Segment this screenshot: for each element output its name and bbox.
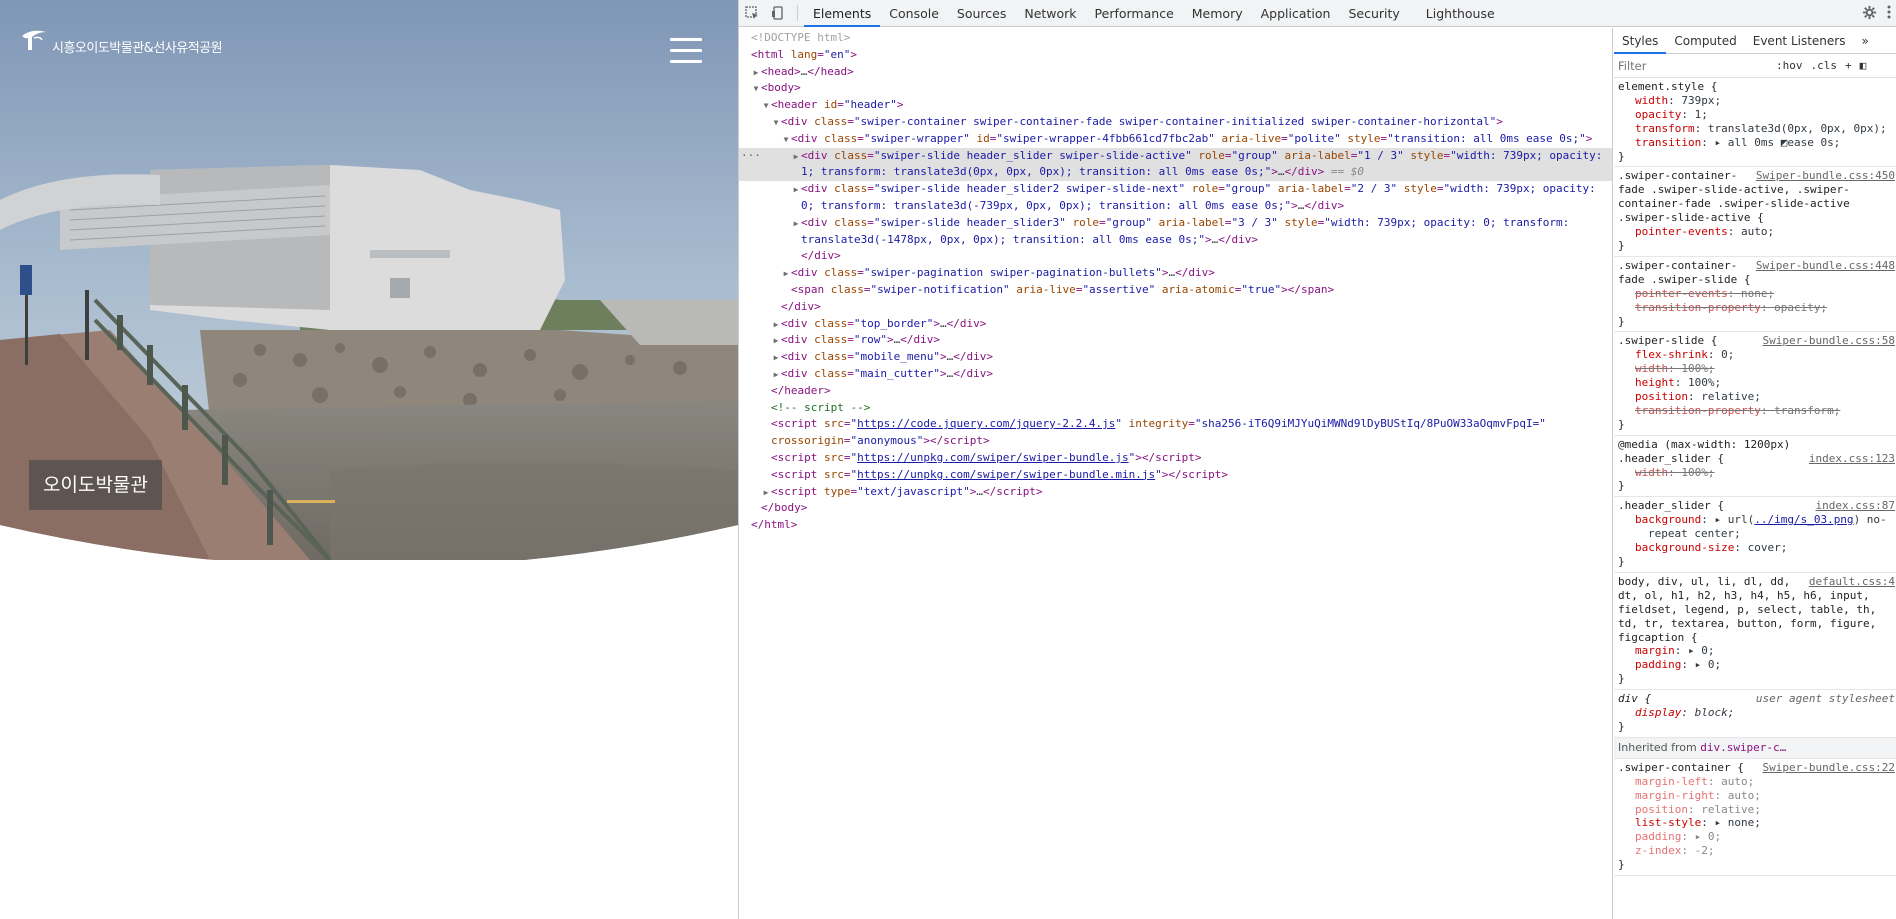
tab-computed[interactable]: Computed [1666,28,1744,54]
tab-memory[interactable]: Memory [1183,0,1252,27]
tree-node-selected[interactable]: ··· ▶ <div class="swiper-slide header_slid… [739,147,1612,165]
elements-tree[interactable]: <!DOCTYPE html> <html lang="en"> ▶ <head>… [739,28,1613,919]
inherited-selector[interactable]: div.swiper-c… [1700,741,1786,754]
inherited-from-header: Inherited from div.swiper-c… [1614,737,1896,759]
rule-user-agent-div[interactable]: user agent stylesheet div { display: blo… [1614,690,1896,738]
pagination-bullet-active[interactable] [287,500,335,503]
rule-swiper-container[interactable]: Swiper-bundle.css:22 .swiper-container {… [1614,759,1896,877]
hamburger-menu-icon[interactable] [670,38,702,64]
logo-text: 시흥오이도박물관&선사유적공원 [52,41,223,56]
tree-node[interactable]: <!DOCTYPE html> [739,30,1612,47]
tree-node[interactable]: </div> [739,248,1612,265]
devtools-tabbar: Elements Console Sources Network Perform… [739,0,1896,27]
tree-node[interactable]: ▼ <body> [739,80,1612,97]
tab-lighthouse[interactable]: Lighthouse [1417,0,1504,27]
tab-sources[interactable]: Sources [948,0,1015,27]
tab-event-listeners[interactable]: Event Listeners [1745,28,1854,54]
inspect-icon[interactable] [739,0,765,27]
rule-header-slider[interactable]: index.css:87 .header_slider { background… [1614,497,1896,573]
swiper-pagination [287,500,335,503]
tree-node[interactable]: ▶ <script type="text/javascript">…</scrip… [739,484,1612,501]
tree-node[interactable]: <span class="swiper-notification" aria-l… [739,282,1612,299]
tab-performance[interactable]: Performance [1086,0,1183,27]
gear-icon[interactable] [1862,5,1877,23]
tree-node[interactable]: <script src="https://code.jquery.com/jqu… [739,416,1612,433]
rule-swiper-fade-slide[interactable]: Swiper-bundle.css:448 .swiper-container-… [1614,257,1896,333]
styles-filter-input[interactable] [1618,58,1768,73]
tree-node[interactable]: </div> [739,299,1612,316]
tree-node[interactable]: ▼ <header id="header"> [739,97,1612,114]
tree-node[interactable]: <html lang="en"> [739,47,1612,64]
tab-application[interactable]: Application [1252,0,1340,27]
hero-slider[interactable]: 시흥오이도박물관&선사유적공원 오이도박물관 [0,0,738,560]
tree-node[interactable]: ▶ <div class="main_cutter">…</div> [739,366,1612,383]
website-viewport: 시흥오이도박물관&선사유적공원 오이도박물관 [0,0,738,919]
tab-styles[interactable]: Styles [1614,28,1667,54]
tree-node[interactable]: </html> [739,517,1612,534]
tree-node[interactable]: ▶ <div class="swiper-slide header_slider2… [739,181,1612,198]
kebab-menu-icon[interactable] [1887,5,1891,22]
tab-elements[interactable]: Elements [804,0,881,27]
rule-media-header-slider[interactable]: index.css:123 @media (max-width: 1200px)… [1614,436,1896,498]
slide-caption: 오이도박물관 [29,460,162,510]
plus-icon[interactable]: + [1845,59,1852,72]
rule-element-style[interactable]: element.style { width: 739px; opacity: 1… [1614,78,1896,168]
tree-node[interactable]: 0; transform: translate3d(-739px, 0px, 0… [739,198,1612,215]
site-logo[interactable]: 시흥오이도박물관&선사유적공원 [18,28,223,58]
tab-console[interactable]: Console [880,0,948,27]
tree-node[interactable]: ▶ <div class="swiper-slide header_slider3… [739,215,1612,232]
tree-node[interactable]: translate3d(-1478px, 0px, 0px); transiti… [739,232,1612,249]
logo-mark-icon [22,30,46,50]
tree-node[interactable]: <!-- script --> [739,400,1612,417]
tree-node[interactable]: <script src="https://unpkg.com/swiper/sw… [739,450,1612,467]
tree-node[interactable]: ▼ <div class="swiper-container swiper-con… [739,114,1612,131]
cls-toggle[interactable]: .cls [1811,59,1838,72]
tree-node[interactable]: </body> [739,500,1612,517]
chevron-double-right-icon[interactable]: » [1853,28,1876,54]
inherited-label: Inherited from [1618,740,1697,754]
styles-pane: Styles Computed Event Listeners » :hov .… [1614,28,1896,919]
tree-node[interactable]: ▼ <div class="swiper-wrapper" id="swiper-… [739,131,1612,148]
tree-node[interactable]: ▶ <div class="row">…</div> [739,332,1612,349]
device-toolbar-icon[interactable] [765,0,791,27]
tree-node[interactable]: <script src="https://unpkg.com/swiper/sw… [739,467,1612,484]
toggle-sidebar-icon[interactable]: ◧ [1860,59,1867,72]
tree-node[interactable]: crossorigin="anonymous"></script> [739,433,1612,450]
tab-network[interactable]: Network [1015,0,1085,27]
tree-node[interactable]: ▶ <head>…</head> [739,64,1612,81]
tree-node[interactable]: ▶ <div class="swiper-pagination swiper-pa… [739,265,1612,282]
hov-toggle[interactable]: :hov [1776,59,1803,72]
rule-swiper-slide[interactable]: Swiper-bundle.css:58 .swiper-slide { fle… [1614,332,1896,436]
rule-reset[interactable]: default.css:4 body, div, ul, li, dl, dd,… [1614,573,1896,691]
tree-node[interactable]: ▶ <div class="mobile_menu">…</div> [739,349,1612,366]
tree-node-selected[interactable]: 1; transform: translate3d(0px, 0px, 0px)… [739,164,1612,182]
tree-node[interactable]: ▶ <div class="top_border">…</div> [739,316,1612,333]
devtools-panel: Elements Console Sources Network Perform… [738,0,1896,919]
style-rules: element.style { width: 739px; opacity: 1… [1614,78,1896,877]
rule-swiper-slide-active[interactable]: Swiper-bundle.css:450 .swiper-container-… [1614,167,1896,257]
tree-node[interactable]: </header> [739,383,1612,400]
tab-security[interactable]: Security [1339,0,1408,27]
